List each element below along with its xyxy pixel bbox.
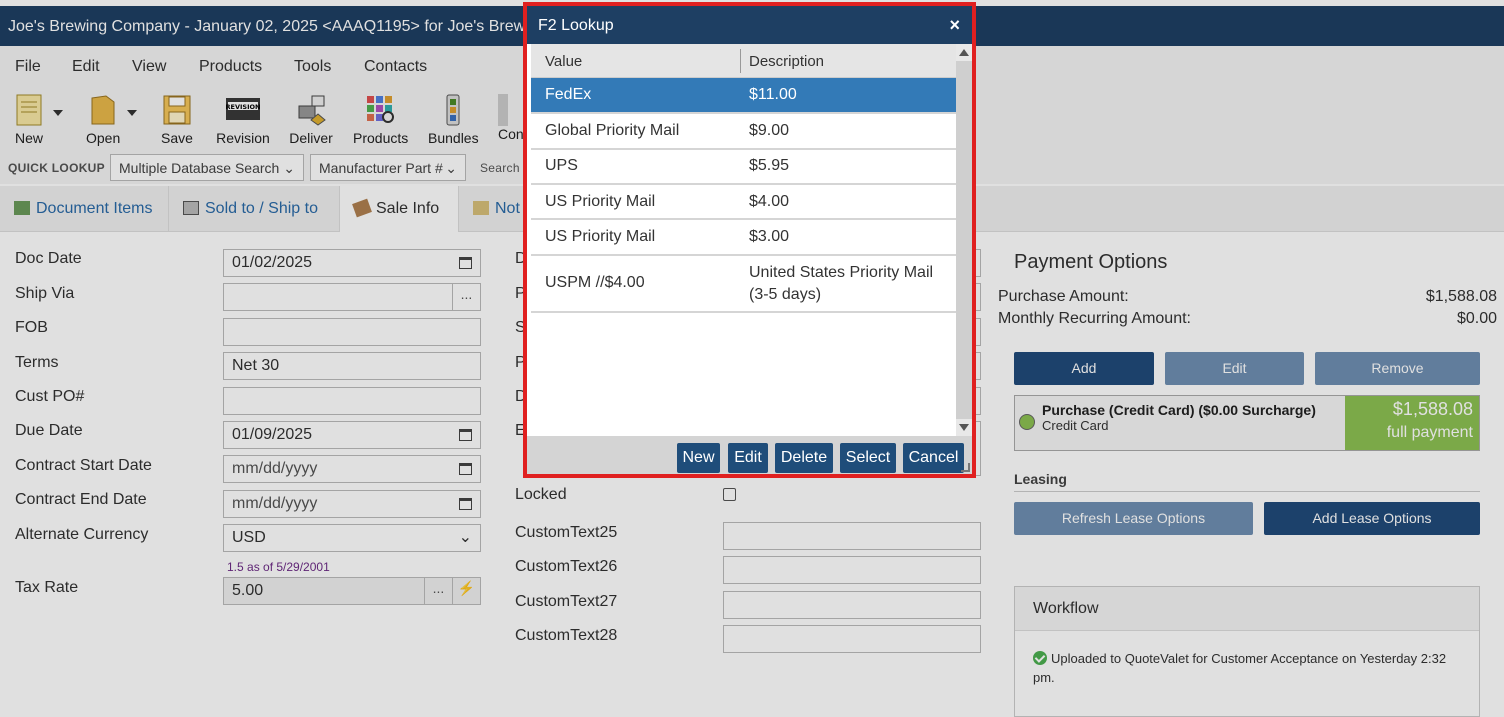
row-description: $4.00: [749, 193, 790, 210]
row-description: $9.00: [749, 122, 790, 139]
lookup-row[interactable]: US Priority Mail $3.00: [531, 220, 956, 256]
grid-scrollbar[interactable]: [956, 44, 972, 436]
dialog-title-text: F2 Lookup: [538, 17, 614, 34]
dialog-title: F2 Lookup: [527, 6, 972, 44]
resize-grip-icon[interactable]: [961, 463, 970, 472]
column-separator[interactable]: [740, 49, 741, 73]
grid-header: Value Description: [531, 44, 956, 78]
new-button[interactable]: New: [677, 443, 720, 473]
select-button[interactable]: Select: [840, 443, 896, 473]
scroll-track[interactable]: [956, 61, 972, 419]
col-value-header[interactable]: Value: [545, 53, 582, 70]
lookup-row[interactable]: UPS $5.95: [531, 150, 956, 185]
lookup-row[interactable]: Global Priority Mail $9.00: [531, 114, 956, 150]
scroll-down-icon[interactable]: [959, 424, 969, 431]
row-description: $11.00: [749, 86, 797, 103]
lookup-row[interactable]: FedEx $11.00: [531, 78, 956, 114]
lookup-row[interactable]: USPM //$4.00 United States Priority Mail…: [531, 256, 956, 313]
scroll-up-icon[interactable]: [959, 49, 969, 56]
row-value: Global Priority Mail: [545, 122, 680, 139]
delete-button[interactable]: Delete: [775, 443, 833, 473]
row-value: US Priority Mail: [545, 193, 656, 210]
row-description: $3.00: [749, 228, 790, 245]
row-value: UPS: [545, 157, 578, 174]
cancel-button[interactable]: Cancel: [903, 443, 964, 473]
dialog-footer: New Edit Delete Select Cancel: [527, 436, 972, 474]
row-value: FedEx: [545, 86, 592, 103]
lookup-row[interactable]: US Priority Mail $4.00: [531, 185, 956, 220]
col-description-header[interactable]: Description: [749, 53, 824, 70]
close-icon[interactable]: ×: [949, 15, 960, 36]
row-value: US Priority Mail: [545, 228, 656, 245]
row-description: United States Priority Mail (3-5 days): [749, 264, 934, 303]
row-description: $5.95: [749, 157, 790, 174]
edit-button[interactable]: Edit: [728, 443, 768, 473]
f2-lookup-dialog: F2 Lookup × Value Description FedEx $11.…: [523, 2, 976, 478]
row-value: USPM //$4.00: [545, 274, 645, 291]
